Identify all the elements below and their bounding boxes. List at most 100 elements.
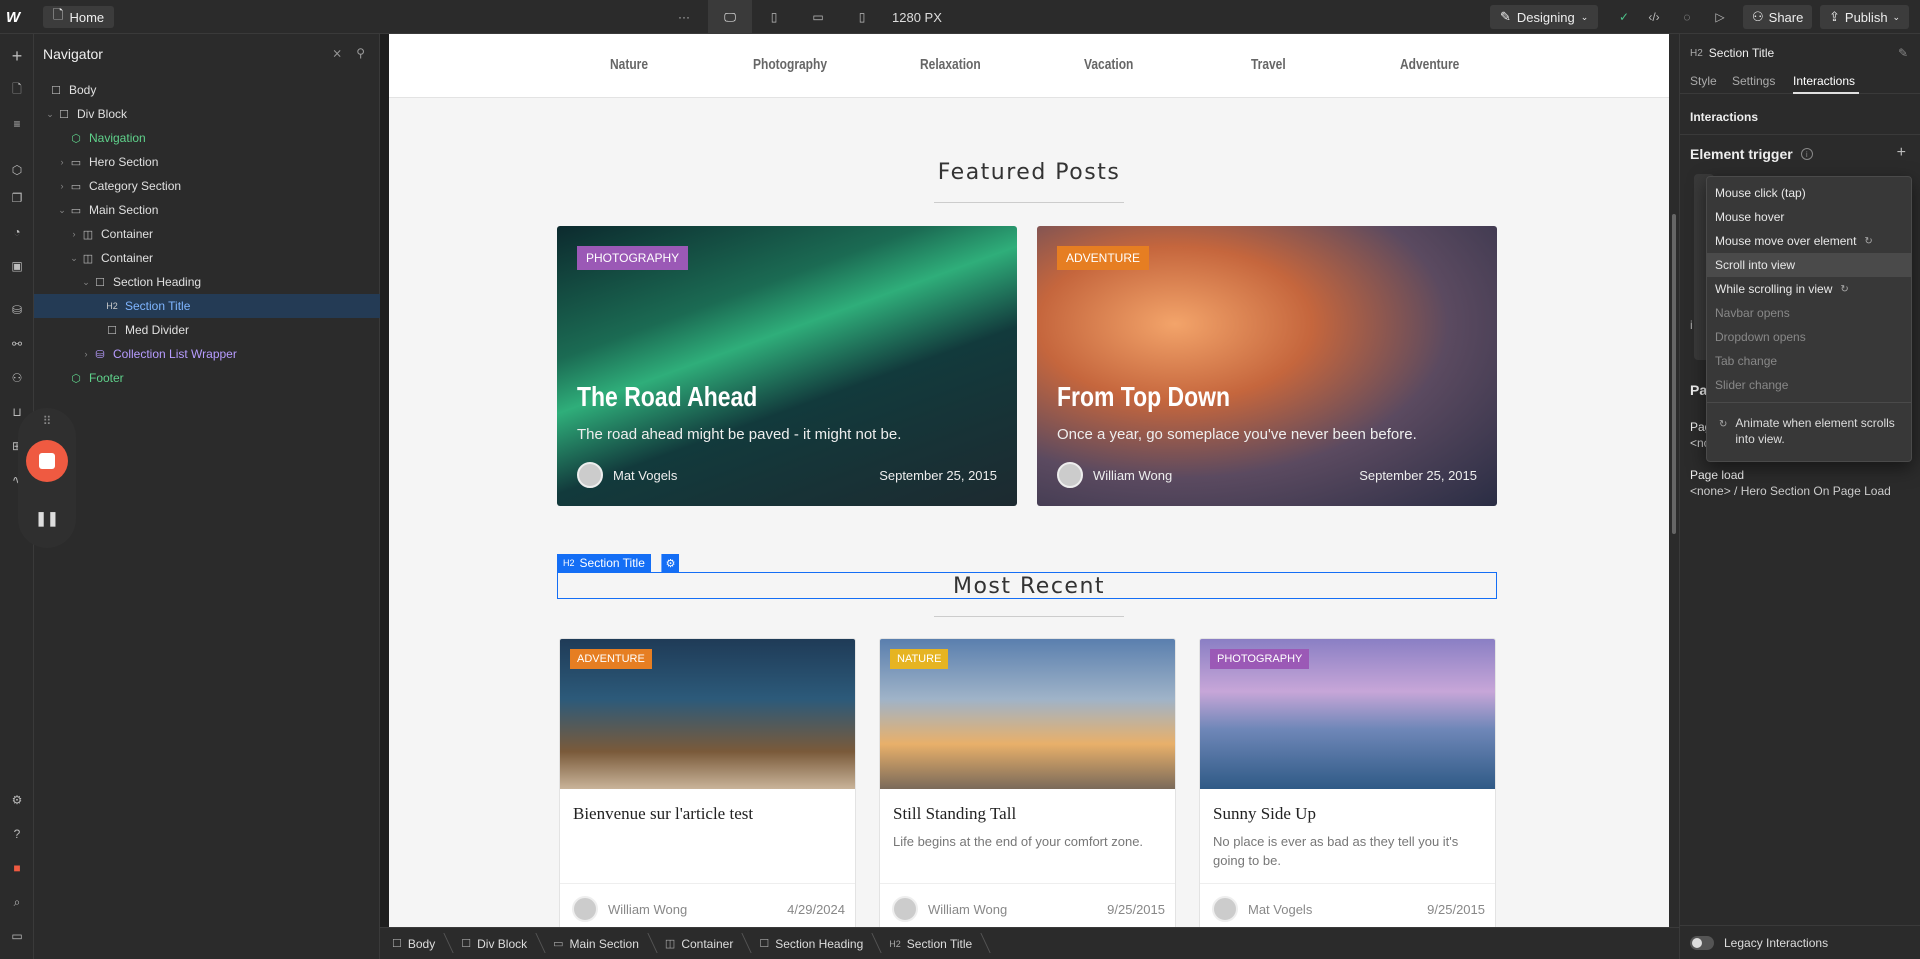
chevron-down-icon[interactable]: ⌄ [56,205,68,216]
featured-posts-title[interactable]: Featured Posts [389,160,1669,185]
pin-icon[interactable]: ⚲ [356,46,365,60]
chevron-right-icon[interactable]: › [56,181,68,191]
site-nav-link[interactable]: Travel [1251,56,1286,73]
tree-item-div-block[interactable]: ⌄ ☐ Div Block [34,102,380,126]
trigger-option-mouse-hover[interactable]: Mouse hover [1707,205,1911,229]
tree-item-container[interactable]: ⌄ ◫ Container [34,246,380,270]
category-tag[interactable]: ADVENTURE [1057,246,1150,270]
post-card[interactable]: PHOTOGRAPHY Sunny Side Up No place is ev… [1199,638,1496,927]
author-name[interactable]: Mat Vogels [613,468,677,483]
site-nav-link[interactable]: Photography [753,56,827,73]
post-title[interactable]: Still Standing Tall [893,804,1016,824]
tab-interactions[interactable]: Interactions [1793,74,1855,88]
legacy-interactions-toggle[interactable] [1690,935,1714,950]
preview-play-icon[interactable]: ▷ [1709,0,1731,34]
tree-item-footer[interactable]: ⬡ Footer [34,366,380,390]
tree-item-hero-section[interactable]: › ▭ Hero Section [34,150,380,174]
tree-item-container[interactable]: › ◫ Container [34,222,380,246]
trigger-option-mouse-move[interactable]: Mouse move over element ↻ [1707,229,1911,253]
author-name[interactable]: William Wong [1093,468,1172,483]
tab-settings[interactable]: Settings [1732,74,1775,88]
webflow-logo-icon[interactable]: W [6,0,30,34]
breadcrumb-item[interactable]: ☐ Section Heading [759,937,877,951]
cms-icon[interactable]: ⛁ [0,298,34,322]
tree-item-category-section[interactable]: › ▭ Category Section [34,174,380,198]
tree-item-section-title[interactable]: H2 Section Title [34,294,380,318]
components-icon[interactable]: ⬡ [0,158,34,182]
drag-handle-icon[interactable]: ⠿ [18,414,76,428]
post-title[interactable]: The Road Ahead [577,381,757,413]
more-options-button[interactable]: ··· [678,0,690,34]
category-tag[interactable]: PHOTOGRAPHY [1210,649,1310,669]
variables-icon[interactable]: ◔ [0,220,34,244]
category-tag[interactable]: NATURE [890,649,949,669]
chevron-right-icon[interactable]: › [68,229,80,239]
page-load-value[interactable]: <none> / Hero Section On Page Load [1690,484,1891,498]
pause-icon[interactable]: ❚❚ [18,510,76,527]
navigator-icon[interactable]: ≡ [0,112,34,136]
tree-item-med-divider[interactable]: ☐ Med Divider [34,318,380,342]
search-icon[interactable]: ⌕ [0,890,34,914]
canvas-width[interactable]: 1280 PX [892,0,942,34]
comment-icon[interactable]: ◌ [1676,0,1698,34]
settings-gear-icon[interactable]: ⚙ [0,788,34,812]
chevron-down-icon[interactable]: ⌄ [68,253,80,264]
mode-selector[interactable]: ✎ Designing ⌄ [1490,5,1599,29]
libraries-icon[interactable]: ❐ [0,186,34,210]
trigger-option-mouse-click[interactable]: Mouse click (tap) [1707,181,1911,205]
post-title[interactable]: Sunny Side Up [1213,804,1316,824]
site-nav-link[interactable]: Relaxation [920,56,981,73]
add-elements-icon[interactable]: + [0,44,34,68]
help-icon[interactable]: ? [0,822,34,846]
tree-item-body[interactable]: ☐ Body [34,78,380,102]
code-icon[interactable]: ‹/› [1643,0,1665,34]
site-nav-link[interactable]: Vacation [1084,56,1133,73]
site-nav-link[interactable]: Adventure [1400,56,1459,73]
add-trigger-button[interactable]: + [1897,144,1906,162]
tab-style[interactable]: Style [1690,74,1717,88]
post-card[interactable]: NATURE Still Standing Tall Life begins a… [879,638,1176,927]
breadcrumb-item[interactable]: ◫ Container [665,937,747,951]
chevron-right-icon[interactable]: › [80,349,92,359]
author-name[interactable]: Mat Vogels [1248,902,1312,917]
tree-item-main-section[interactable]: ⌄ ▭ Main Section [34,198,380,222]
post-title[interactable]: Bienvenue sur l'article test [573,804,753,824]
tablet-breakpoint-button[interactable]: ▯ [752,0,796,34]
tree-item-section-heading[interactable]: ⌄ ☐ Section Heading [34,270,380,294]
info-icon[interactable]: i [1800,148,1813,160]
check-status-icon[interactable]: ✓ [1613,0,1635,34]
author-name[interactable]: William Wong [608,902,687,917]
tree-item-navigation[interactable]: ⬡ Navigation [34,126,380,150]
trigger-option-scroll-into-view[interactable]: Scroll into view [1707,253,1911,277]
selected-element-label[interactable]: H2 Section Title [557,554,651,572]
publish-button[interactable]: ⇪ Publish ⌄ [1820,5,1910,29]
share-button[interactable]: ⚇ Share [1743,5,1813,29]
post-title[interactable]: From Top Down [1057,381,1230,413]
canvas-scrollbar[interactable] [1669,34,1679,927]
pages-icon[interactable]: 🗋 [0,78,34,102]
most-recent-title[interactable]: Most Recent [389,574,1669,599]
breadcrumb-item[interactable]: ☐ Body [392,937,449,951]
tree-item-collection-list-wrapper[interactable]: › ⛁ Collection List Wrapper [34,342,380,366]
record-icon[interactable]: ■ [0,856,34,880]
users-icon[interactable]: ⚇ [0,366,34,390]
mobile-landscape-breakpoint-button[interactable]: ▭ [796,0,840,34]
category-tag[interactable]: PHOTOGRAPHY [577,246,689,270]
featured-card[interactable]: ADVENTURE From Top Down Once a year, go … [1037,226,1497,506]
post-card[interactable]: ADVENTURE Bienvenue sur l'article test W… [559,638,856,927]
mobile-portrait-breakpoint-button[interactable]: ▯ [840,0,884,34]
featured-card[interactable]: PHOTOGRAPHY The Road Ahead The road ahea… [557,226,1017,506]
trigger-option-while-scrolling[interactable]: While scrolling in view ↻ [1707,277,1911,301]
site-nav-link[interactable]: Nature [610,56,648,73]
assets-icon[interactable]: ▣ [0,254,34,278]
breadcrumb-item[interactable]: ☐ Div Block [461,937,541,951]
stop-recording-button[interactable] [26,440,68,482]
desktop-breakpoint-button[interactable]: 🖵 [708,0,752,34]
element-settings-gear-icon[interactable]: ⚙ [661,554,679,572]
video-icon[interactable]: ▭ [0,924,34,948]
collapse-icon[interactable]: ⨯ [332,46,342,60]
brush-icon[interactable]: ✎ [1898,46,1908,60]
chevron-down-icon[interactable]: ⌄ [44,109,56,120]
chevron-down-icon[interactable]: ⌄ [80,277,92,288]
breadcrumb-item[interactable]: H2 Section Title [889,937,986,951]
